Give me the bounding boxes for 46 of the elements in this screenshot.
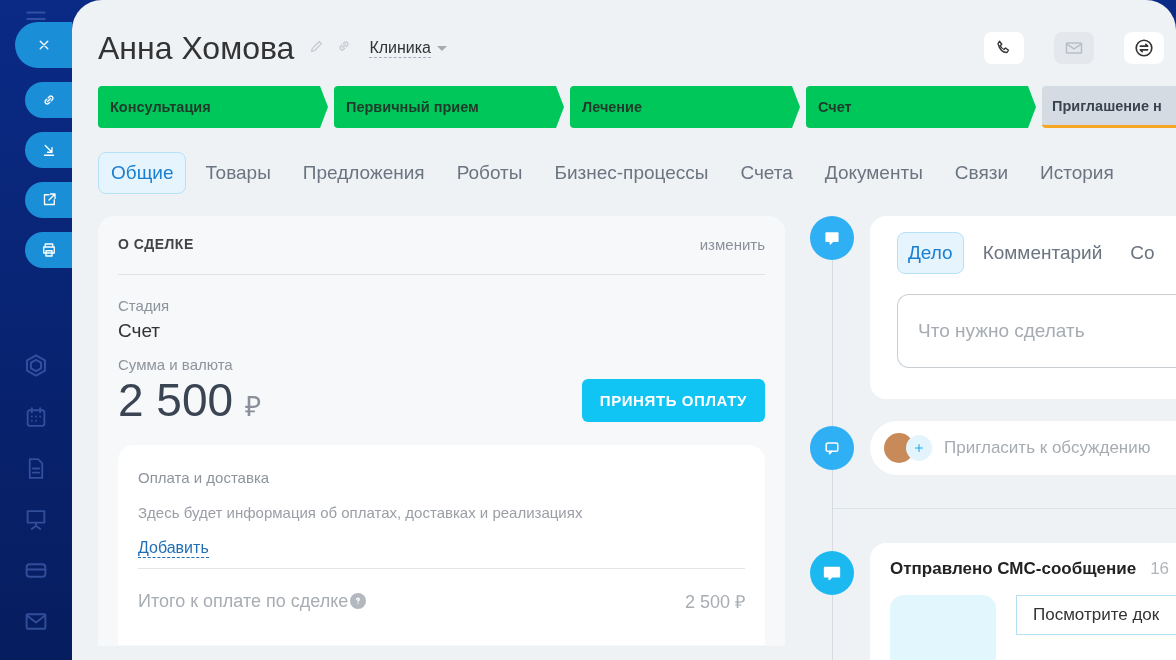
- total-value: 2 500 ₽: [684, 591, 745, 613]
- pipeline-stage[interactable]: Консультация: [98, 86, 328, 128]
- tab[interactable]: Связи: [941, 152, 1021, 194]
- tab[interactable]: Товары: [192, 152, 284, 194]
- tab[interactable]: Роботы: [443, 152, 536, 194]
- tab[interactable]: Бизнес-процессы: [541, 152, 722, 194]
- tab[interactable]: Общие: [98, 152, 187, 194]
- message-preview: Посмотрите док: [1016, 595, 1176, 635]
- caret-icon: [437, 45, 447, 51]
- payment-description: Здесь будет информация об оплатах, доставках и реализациях: [138, 504, 584, 521]
- add-link[interactable]: Добавить: [138, 539, 209, 558]
- pipeline-stage[interactable]: Приглашение н: [1042, 86, 1176, 128]
- total-label: Итого к оплате по сделке: [138, 590, 349, 612]
- task-input[interactable]: Что нужно сделать: [897, 294, 1176, 368]
- invite-field[interactable]: Пригласить к обсуждению: [942, 437, 1176, 459]
- field-label: Сумма и валюта: [118, 356, 234, 373]
- print-button[interactable]: [25, 232, 72, 268]
- field-label: Стадия: [118, 297, 171, 314]
- chat-button[interactable]: [1124, 32, 1164, 64]
- event-time: 16: [1150, 559, 1170, 579]
- link-button[interactable]: [25, 82, 72, 118]
- pipeline-stage[interactable]: Счет: [806, 86, 1036, 128]
- activity-tab[interactable]: Дело: [897, 232, 964, 274]
- tab[interactable]: Предложения: [289, 152, 438, 194]
- currency-sign: ₽: [245, 390, 262, 424]
- open-external-button[interactable]: [25, 182, 72, 218]
- close-button[interactable]: [15, 22, 72, 68]
- invite-bar[interactable]: Пригласить к обсуждению: [870, 421, 1176, 475]
- pipeline-stage[interactable]: Первичный прием: [334, 86, 564, 128]
- category-dropdown[interactable]: Клиника: [369, 38, 431, 58]
- call-button[interactable]: [984, 32, 1024, 64]
- deal-title: Анна Хомова: [98, 29, 295, 67]
- amount-value: 2 500: [118, 373, 234, 427]
- edit-link[interactable]: изменить: [699, 236, 765, 253]
- pipeline-stage[interactable]: Лечение: [570, 86, 800, 128]
- download-button[interactable]: [25, 132, 72, 168]
- tab[interactable]: Счета: [727, 152, 806, 194]
- event-title: Отправлено СМС-сообщение: [890, 559, 1137, 579]
- payment-title: Оплата и доставка: [138, 469, 271, 486]
- activity-tab[interactable]: Со: [1121, 232, 1164, 274]
- tab[interactable]: История: [1027, 152, 1127, 194]
- tab[interactable]: Документы: [811, 152, 936, 194]
- activity-tab[interactable]: Комментарий: [973, 232, 1112, 274]
- section-heading: О СДЕЛКЕ: [118, 236, 194, 253]
- plus-icon[interactable]: [906, 435, 932, 461]
- field-value: Счет: [118, 320, 162, 342]
